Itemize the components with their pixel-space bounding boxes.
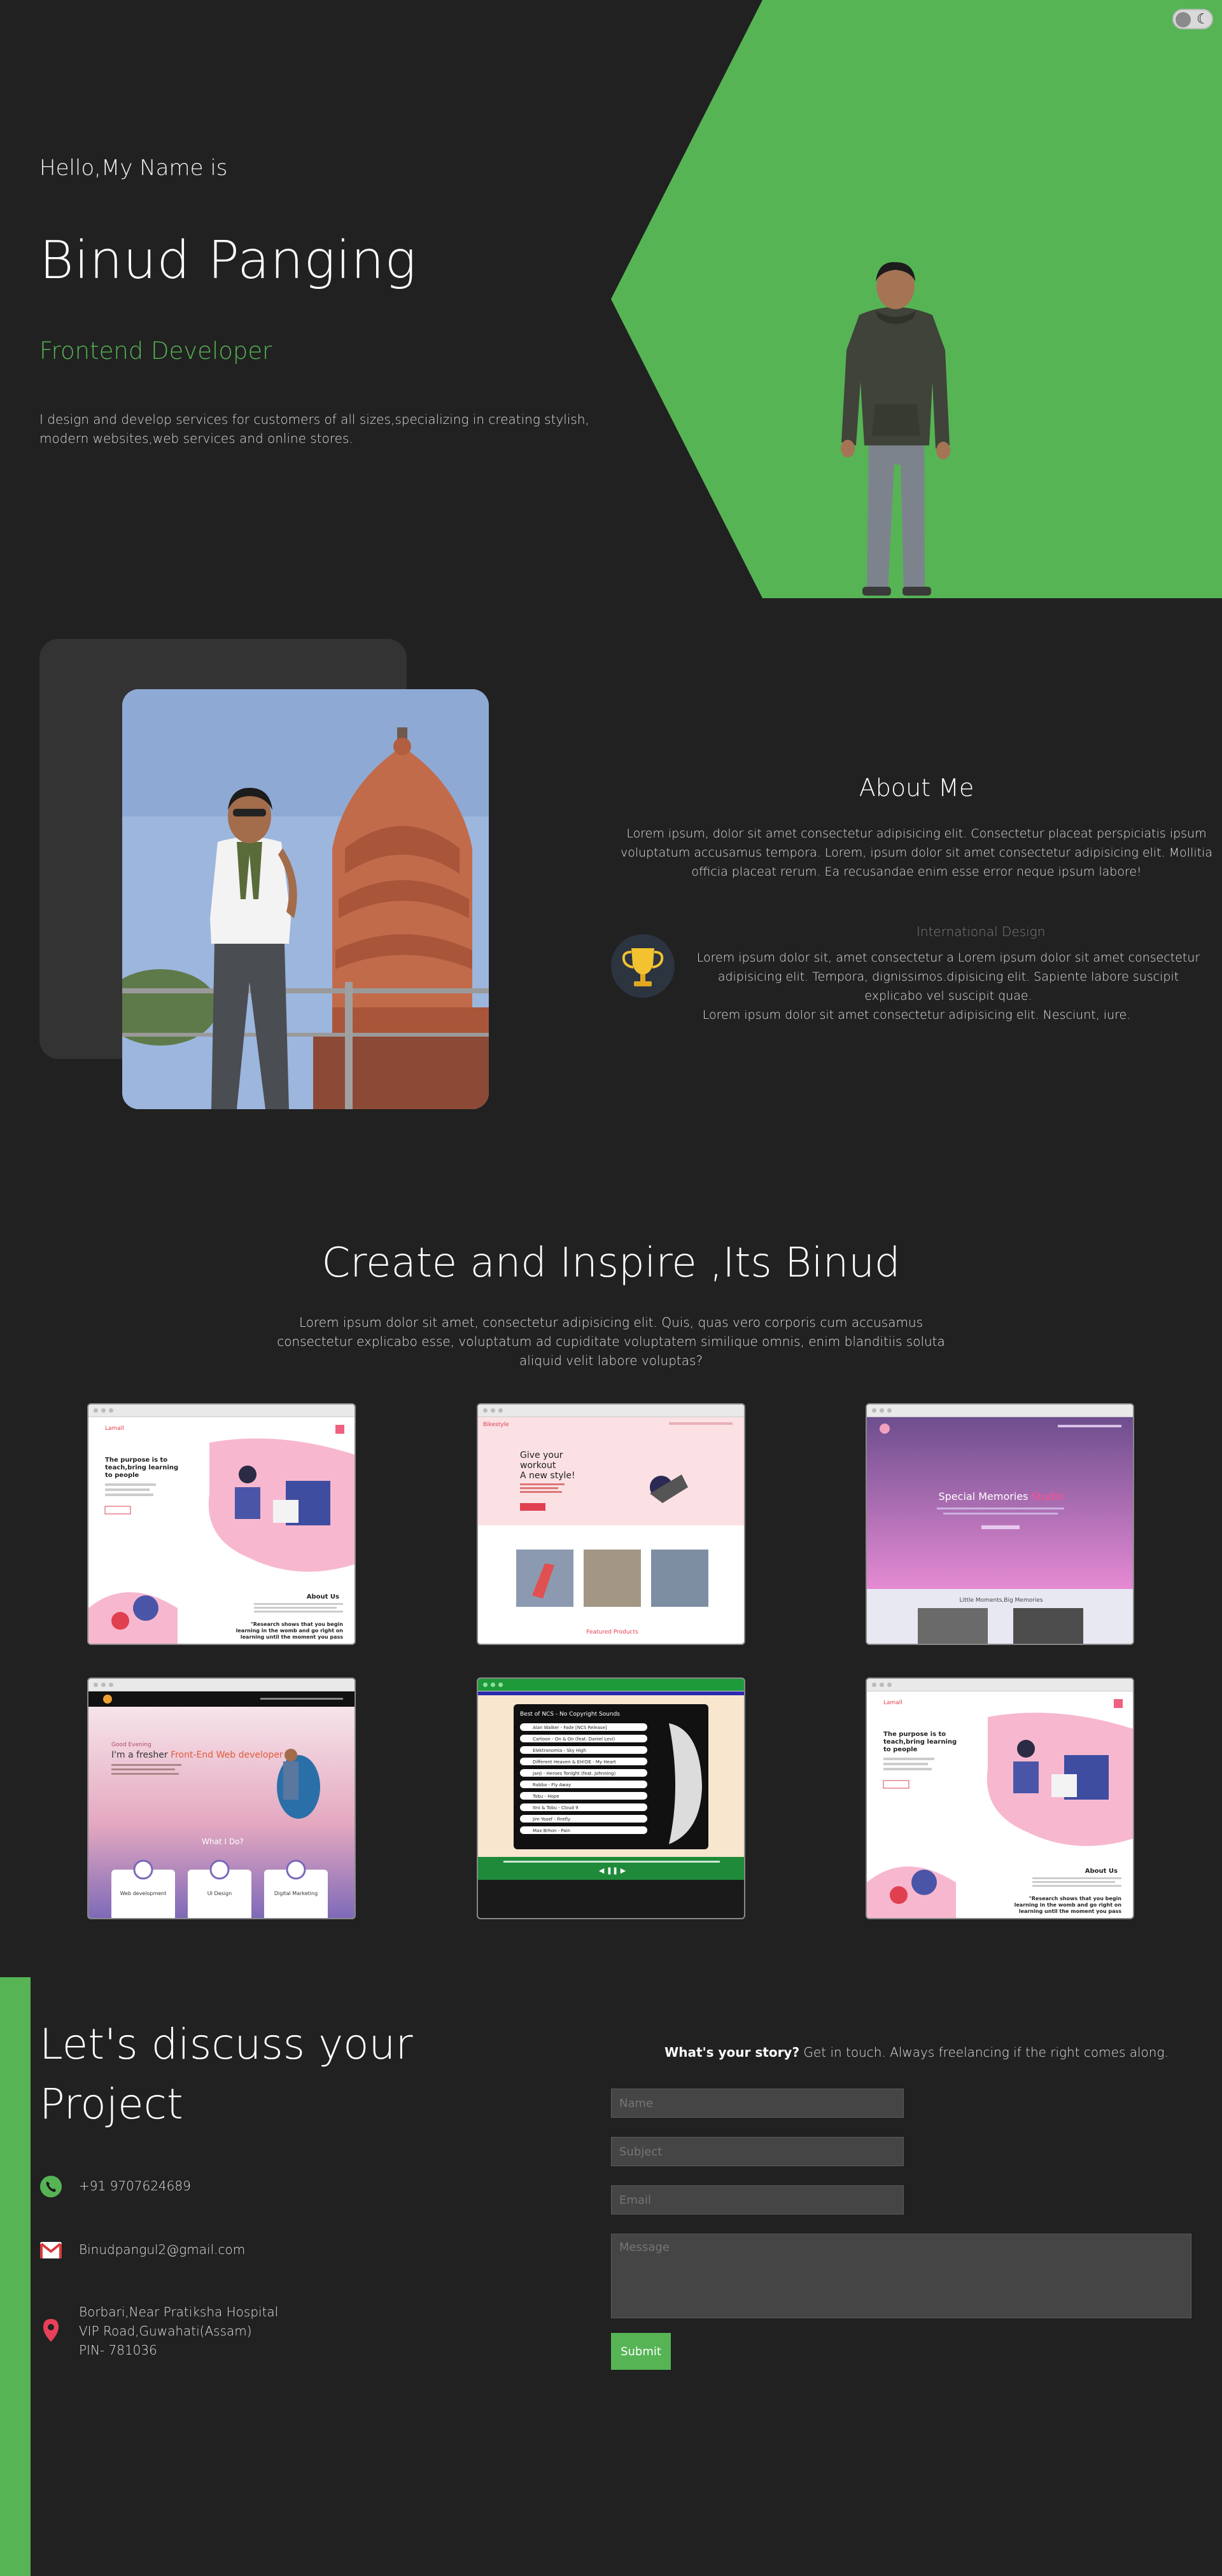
award-heading: International Design: [916, 924, 1046, 939]
svg-text:teach,bring learning: teach,bring learning: [883, 1739, 957, 1746]
subject-field[interactable]: [611, 2137, 904, 2166]
project-preview: Special Memories Studio Little Moments,B…: [867, 1417, 1133, 1644]
project-preview: Best of NCS - No Copyright Sounds Alan W…: [478, 1691, 744, 1918]
svg-text:Janji - Heroes Tonight (feat.: Janji - Heroes Tonight (feat. Johnning): [532, 1771, 615, 1776]
svg-text:A new style!: A new style!: [520, 1471, 575, 1481]
browser-bar: [478, 1679, 744, 1691]
address-line-2: VIP Road,Guwahati(Assam): [79, 2323, 252, 2339]
svg-text:Special Memories Studio: Special Memories Studio: [938, 1490, 1064, 1502]
svg-text:Jim Yosef - Firefly: Jim Yosef - Firefly: [532, 1817, 570, 1822]
hero-name: Binud Panging: [39, 230, 417, 291]
svg-text:Featured Products: Featured Products: [586, 1629, 638, 1635]
svg-text:learning in the womb and go ri: learning in the womb and go right on: [1015, 1902, 1122, 1908]
contact-phone[interactable]: +91 9707624689: [79, 2176, 191, 2195]
project-card-5[interactable]: Best of NCS - No Copyright Sounds Alan W…: [477, 1677, 745, 1919]
story-rest: Get in touch. Always freelancing if the …: [799, 2045, 1169, 2060]
svg-text:The purpose is to: The purpose is to: [883, 1731, 946, 1738]
svg-text:Bikestyle: Bikestyle: [483, 1422, 509, 1428]
location-pin-icon: [43, 2319, 59, 2342]
toggle-knob: [1176, 12, 1191, 27]
theme-toggle[interactable]: ☾: [1172, 9, 1213, 29]
svg-text:Lamall: Lamall: [105, 1425, 124, 1432]
svg-text:Digital Marketing: Digital Marketing: [274, 1891, 318, 1896]
contact-story: What's your story? Get in touch. Always …: [611, 2045, 1222, 2060]
name-field[interactable]: [611, 2089, 904, 2118]
about-photo: [122, 689, 489, 1109]
browser-bar: [867, 1679, 1133, 1691]
email-field[interactable]: [611, 2185, 904, 2215]
svg-text:teach,bring learning: teach,bring learning: [105, 1464, 178, 1471]
svg-text:workout: workout: [520, 1460, 556, 1471]
trophy-icon: [611, 934, 675, 998]
phone-icon: [40, 2176, 62, 2197]
project-preview: Lamall The purpose is to teach,bring lea…: [88, 1425, 355, 1644]
svg-text:UI Design: UI Design: [207, 1891, 232, 1896]
svg-text:learning until the moment you: learning until the moment you pass: [1019, 1908, 1121, 1914]
svg-text:learning in the womb and go ri: learning in the womb and go right on: [236, 1628, 344, 1634]
project-card-4[interactable]: Good Evening I'm a fresher Front-End Web…: [87, 1677, 356, 1919]
svg-text:Tobu - Hope: Tobu - Hope: [532, 1794, 559, 1799]
svg-text:learning until the moment you: learning until the moment you pass: [241, 1634, 343, 1640]
award-text-2: Lorem ipsum dolor sit amet consectetur a…: [702, 1008, 1131, 1022]
projects-title: Create and Inspire ,Its Binud: [321, 1240, 901, 1287]
award-text: Lorem ipsum dolor sit, amet consectetur …: [696, 951, 1200, 1003]
about-text: Lorem ipsum, dolor sit amet consectetur …: [620, 827, 1212, 879]
browser-bar: [867, 1404, 1133, 1417]
email-icon: [40, 2242, 62, 2258]
project-preview: Lamall The purpose is to teach,bring lea…: [867, 1699, 1133, 1918]
svg-text:Cartoon - On & On (feat. Danie: Cartoon - On & On (feat. Daniel Levi): [533, 1737, 615, 1742]
svg-text:Little Moments,Big Memories: Little Moments,Big Memories: [959, 1597, 1043, 1604]
svg-text:The purpose is to: The purpose is to: [105, 1457, 167, 1464]
about-title: About Me: [859, 774, 974, 802]
address-line-1: Borbari,Near Pratiksha Hospital: [79, 2304, 279, 2320]
svg-text:Elektronomia - Sky High: Elektronomia - Sky High: [533, 1748, 586, 1753]
project-preview: Good Evening I'm a fresher Front-End Web…: [88, 1691, 355, 1918]
svg-text:◀ ❚❚ ▶: ◀ ❚❚ ▶: [599, 1866, 626, 1875]
svg-text:to people: to people: [883, 1746, 918, 1753]
project-card-3[interactable]: Special Memories Studio Little Moments,B…: [866, 1403, 1134, 1645]
contact-title: Let's discuss your Project: [39, 2020, 413, 2129]
svg-text:to people: to people: [105, 1472, 139, 1479]
project-preview: Bikestyle Give your workout A new style!…: [478, 1417, 744, 1635]
svg-text:Alan Walker - Fade [NCS Releas: Alan Walker - Fade [NCS Release]: [533, 1725, 607, 1730]
svg-text:Max Brhon - Pain: Max Brhon - Pain: [533, 1828, 570, 1833]
svg-text:Lamall: Lamall: [883, 1700, 902, 1706]
contact-accent-strip: [0, 1977, 31, 2576]
svg-text:Good Evening: Good Evening: [111, 1742, 151, 1748]
svg-text:Web development: Web development: [120, 1891, 167, 1896]
moon-icon: ☾: [1197, 11, 1209, 27]
svg-text:I'm a fresher Front-End Web de: I'm a fresher Front-End Web developer: [111, 1750, 283, 1760]
hero-greeting: Hello,My Name is: [39, 155, 228, 181]
svg-text:What I Do?: What I Do?: [202, 1837, 244, 1846]
contact-email[interactable]: Binudpangul2@gmail.com: [79, 2240, 245, 2259]
svg-text:"Research shows that you begin: "Research shows that you begin: [251, 1621, 344, 1627]
contact-address: Borbari,Near Pratiksha Hospital VIP Road…: [79, 2302, 278, 2360]
browser-bar: [88, 1404, 355, 1417]
projects-text: Lorem ipsum dolor sit amet, consectetur …: [277, 1315, 945, 1368]
browser-bar: [478, 1404, 744, 1417]
svg-text:Rabba - Fly Away: Rabba - Fly Away: [533, 1782, 571, 1788]
svg-text:Different Heaven & EH!DE - My: Different Heaven & EH!DE - My Heart: [533, 1760, 616, 1765]
story-bold: What's your story?: [664, 2045, 800, 2060]
svg-text:"Research shows that you begin: "Research shows that you begin: [1029, 1896, 1122, 1901]
svg-text:Itro & Tobu - Cloud 9: Itro & Tobu - Cloud 9: [533, 1805, 579, 1810]
submit-button[interactable]: Submit: [611, 2333, 671, 2370]
browser-bar: [88, 1679, 355, 1691]
message-field[interactable]: [611, 2234, 1191, 2318]
hero-background: [611, 0, 1222, 598]
address-line-3: PIN- 781036: [79, 2342, 157, 2358]
project-card-6[interactable]: Lamall The purpose is to teach,bring lea…: [866, 1677, 1134, 1919]
project-card-1[interactable]: Lamall The purpose is to teach,bring lea…: [87, 1403, 356, 1645]
svg-text:Give your: Give your: [520, 1450, 563, 1460]
hero-role: Frontend Developer: [39, 337, 272, 365]
svg-text:About Us: About Us: [1085, 1868, 1118, 1875]
svg-text:Best of NCS - No Copyright Sou: Best of NCS - No Copyright Sounds: [520, 1711, 620, 1718]
project-card-2[interactable]: Bikestyle Give your workout A new style!…: [477, 1403, 745, 1645]
svg-text:About Us: About Us: [307, 1593, 339, 1600]
hero-portrait: [841, 262, 950, 596]
hero-intro: I design and develop services for custom…: [39, 412, 589, 446]
